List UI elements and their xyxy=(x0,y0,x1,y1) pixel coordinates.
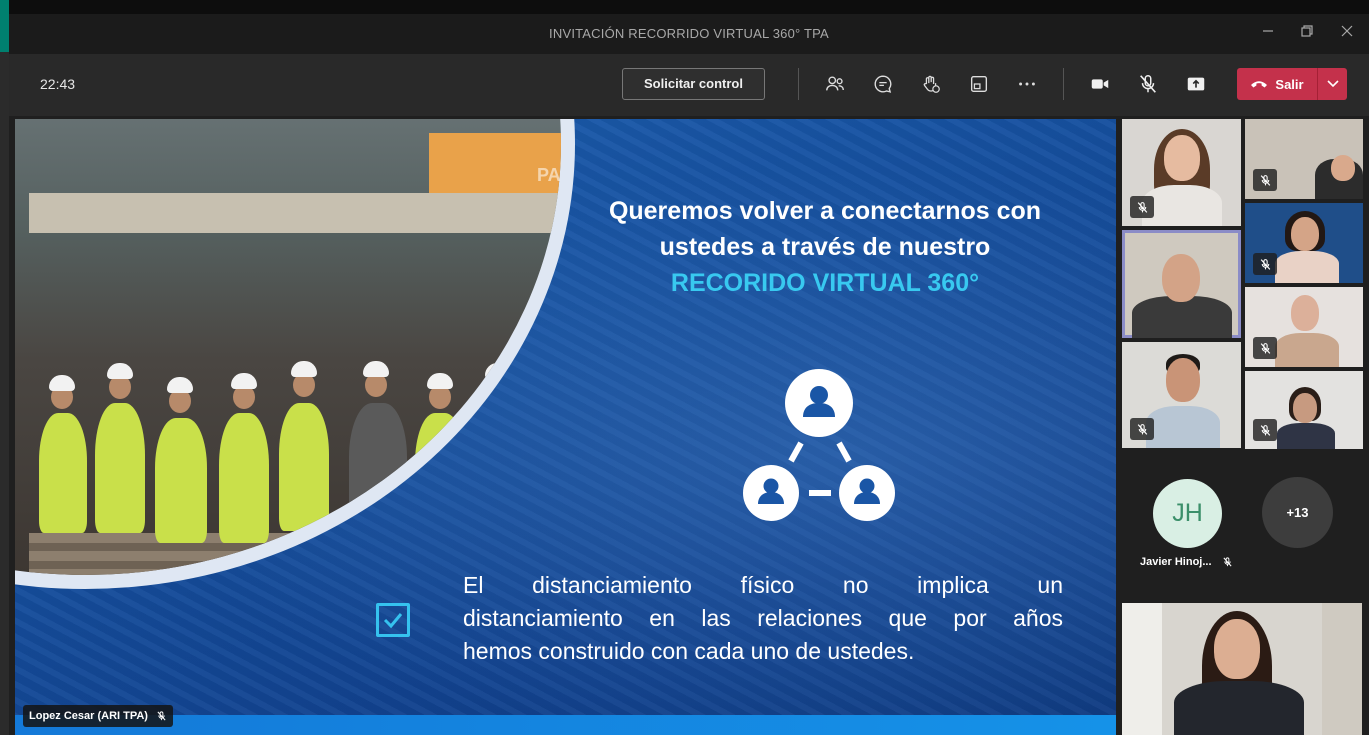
photo-worker xyxy=(219,413,269,543)
slide-headline-accent: RECORIDO VIRTUAL 360° xyxy=(670,269,980,297)
request-control-button[interactable]: Solicitar control xyxy=(622,68,765,100)
participant-video-tile-active[interactable] xyxy=(1122,230,1241,338)
participant-video-tile[interactable] xyxy=(1122,119,1241,226)
photo-building xyxy=(29,193,561,233)
mic-off-icon[interactable] xyxy=(1136,72,1160,96)
close-icon[interactable] xyxy=(1334,23,1360,45)
participant-body xyxy=(1275,251,1339,283)
photo-worker xyxy=(279,403,329,531)
participant-body xyxy=(1132,296,1232,338)
self-video-tile[interactable] xyxy=(1122,603,1362,735)
mic-off-icon xyxy=(1130,418,1154,440)
photo-worker xyxy=(49,375,75,391)
photo-worker xyxy=(415,413,465,538)
participant-face xyxy=(1291,295,1319,331)
photo-worker xyxy=(485,363,511,379)
mic-off-icon xyxy=(1253,337,1277,359)
camera-icon[interactable] xyxy=(1088,72,1112,96)
photo-worker xyxy=(363,361,389,377)
participant-video-tile[interactable] xyxy=(1122,342,1241,448)
participant-face xyxy=(1291,217,1319,251)
chevron-down-icon[interactable] xyxy=(1318,68,1347,100)
presenter-name-tag: Lopez Cesar (ARI TPA) xyxy=(23,705,173,727)
shared-screen: PA Queremos volver a conectarnos con ust… xyxy=(15,119,1116,735)
slide-headline-line-1: Queremos volver a conectarnos con xyxy=(608,197,1042,225)
participant-video-tile[interactable] xyxy=(1245,119,1363,199)
participant-body xyxy=(1277,423,1335,449)
participant-body xyxy=(1142,185,1222,226)
network-people-icon xyxy=(743,369,895,521)
video-wall xyxy=(1322,603,1362,735)
more-participants-button[interactable]: +13 xyxy=(1262,477,1333,548)
slide-body-text: El distanciamiento físico no implica un … xyxy=(463,569,1063,668)
participants-icon[interactable] xyxy=(823,72,847,96)
mic-off-icon xyxy=(1253,253,1277,275)
participant-face xyxy=(1162,254,1200,302)
participant-avatar-name: Javier Hinoj... xyxy=(1140,556,1233,568)
share-tray-icon[interactable] xyxy=(967,72,991,96)
participant-face xyxy=(1331,155,1355,181)
mic-off-icon xyxy=(157,711,166,721)
participant-body xyxy=(1275,333,1339,367)
participant-body xyxy=(1146,406,1220,448)
photo-worker xyxy=(95,403,145,533)
mic-off-icon xyxy=(1253,169,1277,191)
toolbar-divider xyxy=(798,68,799,100)
leave-label: Salir xyxy=(1275,76,1304,92)
photo-worker xyxy=(155,418,207,543)
photo-worker xyxy=(231,373,257,389)
slide-body-line-3: hemos construido con cada uno de ustedes… xyxy=(463,638,915,664)
mic-off-icon xyxy=(1222,557,1232,567)
minimize-icon[interactable] xyxy=(1255,23,1281,45)
participant-face xyxy=(1214,619,1260,679)
slide-bottom-bar xyxy=(15,715,1116,735)
participant-avatar[interactable]: JH xyxy=(1153,479,1222,548)
leave-main-button[interactable]: Salir xyxy=(1237,68,1317,100)
participant-body xyxy=(1174,681,1304,735)
left-edge-strip xyxy=(0,0,9,735)
restore-icon[interactable] xyxy=(1294,23,1320,45)
meeting-toolbar: 22:43 Solicitar control Salir xyxy=(9,54,1369,116)
slide-brand-tag: PA xyxy=(537,165,561,185)
mic-off-icon xyxy=(1253,419,1277,441)
presenter-name: Lopez Cesar (ARI TPA) xyxy=(29,710,148,722)
title-bar: INVITACIÓN RECORRIDO VIRTUAL 360° TPA xyxy=(9,0,1369,54)
slide-headline-line-2: ustedes a través de nuestro xyxy=(659,233,991,261)
photo-worker xyxy=(291,361,317,377)
video-window-light xyxy=(1122,603,1162,735)
photo-worker xyxy=(107,363,133,379)
checkbox-icon xyxy=(376,603,410,637)
slide-body-line-1: El distanciamiento físico no implica un xyxy=(463,572,1063,598)
reactions-icon[interactable] xyxy=(919,72,943,96)
photo-worker xyxy=(167,377,193,393)
more-icon[interactable] xyxy=(1015,72,1039,96)
mic-off-icon xyxy=(1130,196,1154,218)
photo-worker xyxy=(349,403,407,538)
hang-up-icon xyxy=(1251,81,1268,88)
window-title: INVITACIÓN RECORRIDO VIRTUAL 360° TPA xyxy=(549,26,829,41)
leave-button[interactable]: Salir xyxy=(1237,68,1347,100)
participant-video-tile[interactable] xyxy=(1245,371,1363,449)
meeting-clock: 22:43 xyxy=(40,76,76,92)
left-edge-accent xyxy=(0,0,9,52)
participant-face xyxy=(1164,135,1200,181)
chat-icon[interactable] xyxy=(871,72,895,96)
photo-worker xyxy=(427,373,453,389)
participant-name: Javier Hinoj... xyxy=(1140,556,1212,568)
share-screen-icon[interactable] xyxy=(1184,72,1208,96)
participant-face xyxy=(1166,358,1200,402)
slide-body-line-2: distanciamiento en las relaciones que po… xyxy=(463,605,1063,631)
group-photo xyxy=(15,119,575,589)
toolbar-divider xyxy=(1063,68,1064,100)
participant-face xyxy=(1293,393,1317,423)
photo-worker xyxy=(39,413,87,533)
participant-video-tile[interactable] xyxy=(1245,203,1363,283)
photo-worker xyxy=(475,403,523,528)
teams-meeting-window: INVITACIÓN RECORRIDO VIRTUAL 360° TPA 22… xyxy=(0,0,1369,735)
participant-video-tile[interactable] xyxy=(1245,287,1363,367)
slide-headline: Queremos volver a conectarnos con ustede… xyxy=(575,193,1075,265)
